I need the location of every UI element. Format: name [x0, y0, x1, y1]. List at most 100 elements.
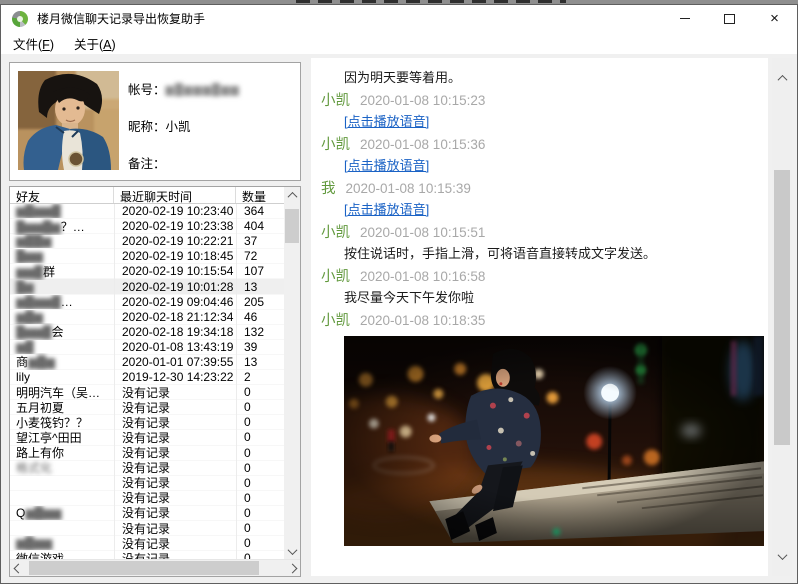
friend-message-count: 39: [236, 340, 257, 354]
message-text: 因为明天要等着用。: [311, 69, 768, 86]
scroll-thumb[interactable]: [285, 209, 299, 243]
voice-play-link[interactable]: [点击播放语音]: [344, 202, 429, 217]
friend-row[interactable]: 微信游戏 没有记录 0: [10, 551, 284, 559]
friend-last-chat-time: 2020-02-19 10:23:38: [114, 219, 236, 233]
chevron-up-icon: [287, 191, 297, 201]
blurred-name: ▆█: [16, 340, 34, 354]
friend-message-count: 0: [236, 430, 251, 444]
friend-row[interactable]: █▆ 2020-02-19 10:01:28 13: [10, 279, 284, 294]
friend-last-chat-time: 2020-01-01 07:39:55: [114, 355, 236, 369]
friends-horizontal-scrollbar[interactable]: [10, 559, 300, 576]
nickname-value: 小凯: [166, 120, 191, 134]
friend-message-count: 0: [236, 446, 251, 460]
nickname-row: 昵称：小凯: [128, 116, 191, 135]
scroll-down-button[interactable]: [772, 548, 792, 564]
close-button[interactable]: ×: [752, 5, 797, 32]
friend-last-chat-time: 2020-02-19 10:15:54: [114, 264, 236, 278]
message-sender: 小凯: [321, 269, 350, 285]
friend-message-count: 364: [236, 204, 264, 218]
blurred-name: ▆█▆: [16, 310, 43, 324]
remark-label: 备注：: [128, 157, 166, 171]
friend-row[interactable]: 商▆█▆ 2020-01-01 07:39:55 13: [10, 355, 284, 370]
message-header: 小凯2020-01-08 10:15:51: [311, 224, 768, 242]
friend-row[interactable]: █▆▆█▆？… 2020-02-19 10:23:38 404: [10, 219, 284, 234]
menu-file[interactable]: 文件(F): [3, 34, 64, 53]
friend-name: 商▆█▆: [10, 353, 114, 370]
friend-message-count: 0: [236, 506, 251, 520]
minimize-button[interactable]: [662, 5, 707, 32]
friend-last-chat-time: 2020-02-19 10:18:45: [114, 249, 236, 263]
column-header-last-chat-time[interactable]: 最近聊天时间: [114, 187, 236, 203]
friend-message-count: 72: [236, 249, 257, 263]
friend-message-count: 37: [236, 234, 257, 248]
message-timestamp: 2020-01-08 10:15:23: [360, 93, 485, 108]
account-label: 帐号：: [128, 83, 166, 97]
scroll-up-button[interactable]: [772, 70, 792, 86]
chevron-down-icon: [287, 545, 297, 555]
menu-about[interactable]: 关于(A): [64, 34, 126, 53]
friend-name: ▆█▆: [10, 310, 114, 324]
friend-name: lily: [10, 370, 114, 384]
friend-last-chat-time: 2020-02-18 21:12:34: [114, 310, 236, 324]
friend-row[interactable]: █▆▆█会 2020-02-18 19:34:18 132: [10, 325, 284, 340]
friend-message-count: 0: [236, 551, 251, 559]
maximize-icon: [724, 14, 735, 24]
message-timestamp: 2020-01-08 10:15:39: [346, 181, 471, 196]
blurred-name: █▆▆█: [16, 325, 51, 339]
chevron-left-icon: [13, 563, 23, 573]
voice-play-link[interactable]: [点击播放语音]: [344, 158, 429, 173]
blurred-name: █▆▆: [16, 249, 43, 263]
message-header: 小凯 2020-01-08 10:15:23: [311, 92, 768, 110]
avatar-image: [18, 71, 119, 170]
scroll-right-button[interactable]: [284, 560, 300, 576]
friend-message-count: 0: [236, 400, 251, 414]
scroll-thumb[interactable]: [29, 561, 259, 575]
account-value-masked: ▆█▆▆▆█▆▆: [166, 83, 240, 96]
friend-row[interactable]: ▆██▆ 2020-02-19 10:22:21 37: [10, 234, 284, 249]
blurred-name: ▆█▆▆█: [16, 204, 61, 218]
voice-message: [点击播放语音]: [311, 157, 768, 174]
message-sender: 我: [321, 181, 336, 197]
friend-row[interactable]: ▆█▆▆█… 2020-02-19 09:04:46 205: [10, 295, 284, 310]
column-header-friend[interactable]: 好友: [10, 187, 114, 203]
blurred-name: ▆█▆: [28, 355, 55, 369]
scroll-down-button[interactable]: [284, 543, 300, 559]
scroll-up-button[interactable]: [284, 187, 300, 203]
message-sender: 小凯: [321, 313, 350, 329]
message-sender: 小凯: [321, 137, 350, 153]
friend-row[interactable]: ▆█▆▆█ 2020-02-19 10:23:40 364: [10, 204, 284, 219]
friend-last-chat-time: 2020-02-19 09:04:46: [114, 295, 236, 309]
profile-avatar: [18, 71, 119, 170]
maximize-button[interactable]: [707, 5, 752, 32]
blurred-name: ▆█▆▆: [25, 506, 61, 520]
column-header-count[interactable]: 数量: [236, 187, 282, 203]
friend-message-count: 132: [236, 325, 264, 339]
friend-last-chat-time: 2020-02-19 10:22:21: [114, 234, 236, 248]
message-text: 按住说话时，手指上滑，可将语音直接转成文字发送。: [311, 245, 768, 262]
friends-vertical-scrollbar[interactable]: [284, 187, 300, 559]
nickname-label: 昵称：: [128, 120, 166, 134]
message-sender: 小凯: [321, 93, 350, 109]
main-window: 楼月微信聊天记录导出恢复助手 × 文件(F) 关于(A): [0, 4, 798, 584]
message-header: 我 2020-01-08 10:15:39: [311, 180, 768, 198]
chevron-up-icon: [777, 74, 787, 84]
title-bar[interactable]: 楼月微信聊天记录导出恢复助手 ×: [1, 5, 797, 32]
scroll-thumb[interactable]: [774, 170, 790, 445]
chat-photo[interactable]: [344, 336, 764, 546]
scroll-left-button[interactable]: [10, 560, 26, 576]
window-controls: ×: [662, 5, 797, 32]
account-row: 帐号：▆█▆▆▆█▆▆: [128, 79, 240, 98]
message-timestamp: 2020-01-08 10:15:51: [360, 225, 485, 240]
friend-name: ▆▆█群: [10, 263, 114, 280]
friend-name: █▆▆█会: [10, 323, 114, 340]
friend-name: Q▆█▆▆: [10, 506, 114, 520]
blurred-name: ▆█▆▆: [16, 536, 52, 550]
app-window: 楼月微信聊天记录导出恢复助手 × 文件(F) 关于(A): [0, 0, 798, 584]
friend-row[interactable]: ▆▆█群 2020-02-19 10:15:54 107: [10, 264, 284, 279]
friend-last-chat-time: 2019-12-30 14:23:22: [114, 370, 236, 384]
message-header: 小凯2020-01-08 10:15:36: [311, 136, 768, 154]
friend-last-chat-time: 2020-02-19 10:23:40: [114, 204, 236, 218]
chat-vertical-scrollbar[interactable]: [772, 58, 792, 576]
friend-message-count: 0: [236, 521, 251, 535]
voice-play-link[interactable]: [点击播放语音]: [344, 114, 429, 129]
